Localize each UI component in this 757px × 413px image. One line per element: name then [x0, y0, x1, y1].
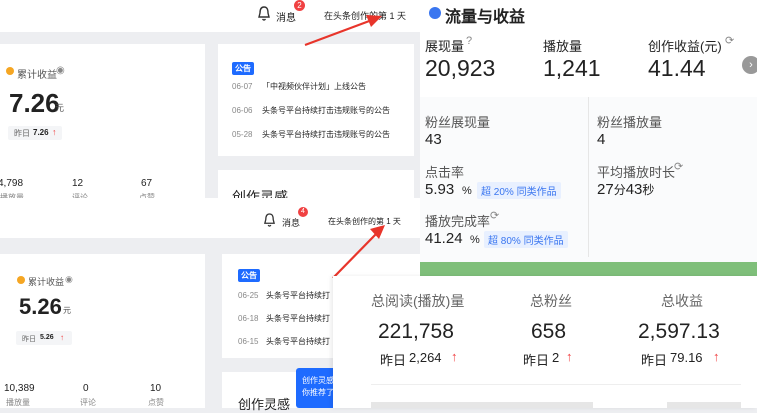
- cut-off-row: [371, 402, 741, 408]
- avg-time-value: 27分43秒: [597, 181, 655, 198]
- next-arrow-button[interactable]: ›: [742, 56, 757, 74]
- total-value: 2,597.13: [638, 320, 720, 343]
- arrow-line: [332, 232, 378, 279]
- yesterday-value: 2,264: [409, 350, 442, 365]
- up-arrow-icon: ↑: [566, 349, 573, 364]
- yesterday-value: 2: [552, 350, 560, 365]
- yesterday-value: 79.16: [670, 350, 703, 365]
- up-arrow-icon: ↑: [451, 349, 458, 364]
- refresh-icon[interactable]: ⟳: [725, 34, 734, 47]
- ctr-unit: %: [462, 185, 472, 197]
- refresh-icon[interactable]: ⟳: [674, 160, 683, 173]
- metric-label: 播放量: [543, 39, 583, 54]
- yesterday-label: 昨日: [380, 353, 407, 368]
- refresh-icon[interactable]: ⟳: [490, 209, 499, 222]
- traffic-title: 流量与收益: [445, 9, 526, 26]
- avg-time-label: 平均播放时长: [597, 165, 676, 180]
- completion-label: 播放完成率: [425, 214, 491, 229]
- completion-value: 41.24: [425, 230, 463, 247]
- up-arrow-icon: ↑: [713, 349, 720, 364]
- completion-unit: %: [470, 234, 480, 246]
- metric-value: 1,241: [543, 55, 601, 81]
- metric-label: 创作收益(元): [648, 39, 722, 54]
- total-value: 221,758: [378, 320, 454, 343]
- traffic-title-icon: [429, 7, 441, 19]
- metric-label: 展现量: [425, 39, 465, 54]
- total-label: 总粉丝: [530, 293, 572, 309]
- traffic-panel: 流量与收益 展现量 ? 20,923 播放量 1,241 创作收益(元) ⟳ 4…: [420, 0, 757, 262]
- divider: [371, 384, 741, 385]
- help-icon[interactable]: ?: [466, 35, 472, 47]
- column-divider: [588, 97, 589, 257]
- fans-plays-value: 4: [597, 131, 606, 148]
- fans-impressions-label: 粉丝展现量: [425, 115, 491, 130]
- yesterday-label: 昨日: [641, 353, 668, 368]
- ctr-compare-pill: 超 20% 同类作品: [477, 182, 561, 199]
- ctr-value: 5.93: [425, 181, 455, 198]
- fans-impressions-value: 43: [425, 131, 442, 148]
- total-label: 总阅读(播放)量: [371, 293, 465, 309]
- metric-value: 41.44: [648, 55, 706, 81]
- total-label: 总收益: [661, 293, 703, 309]
- arrow-line: [304, 18, 373, 47]
- fans-plays-label: 粉丝播放量: [597, 115, 663, 130]
- completion-compare-pill: 超 80% 同类作品: [484, 231, 568, 248]
- total-value: 658: [531, 320, 567, 343]
- ctr-label: 点击率: [425, 165, 465, 180]
- totals-panel: 总阅读(播放)量 221,758 昨日 2,264 ↑ 总粉丝 658 昨日 2…: [333, 276, 757, 408]
- metric-value: 20,923: [425, 55, 496, 81]
- yesterday-label: 昨日: [523, 353, 550, 368]
